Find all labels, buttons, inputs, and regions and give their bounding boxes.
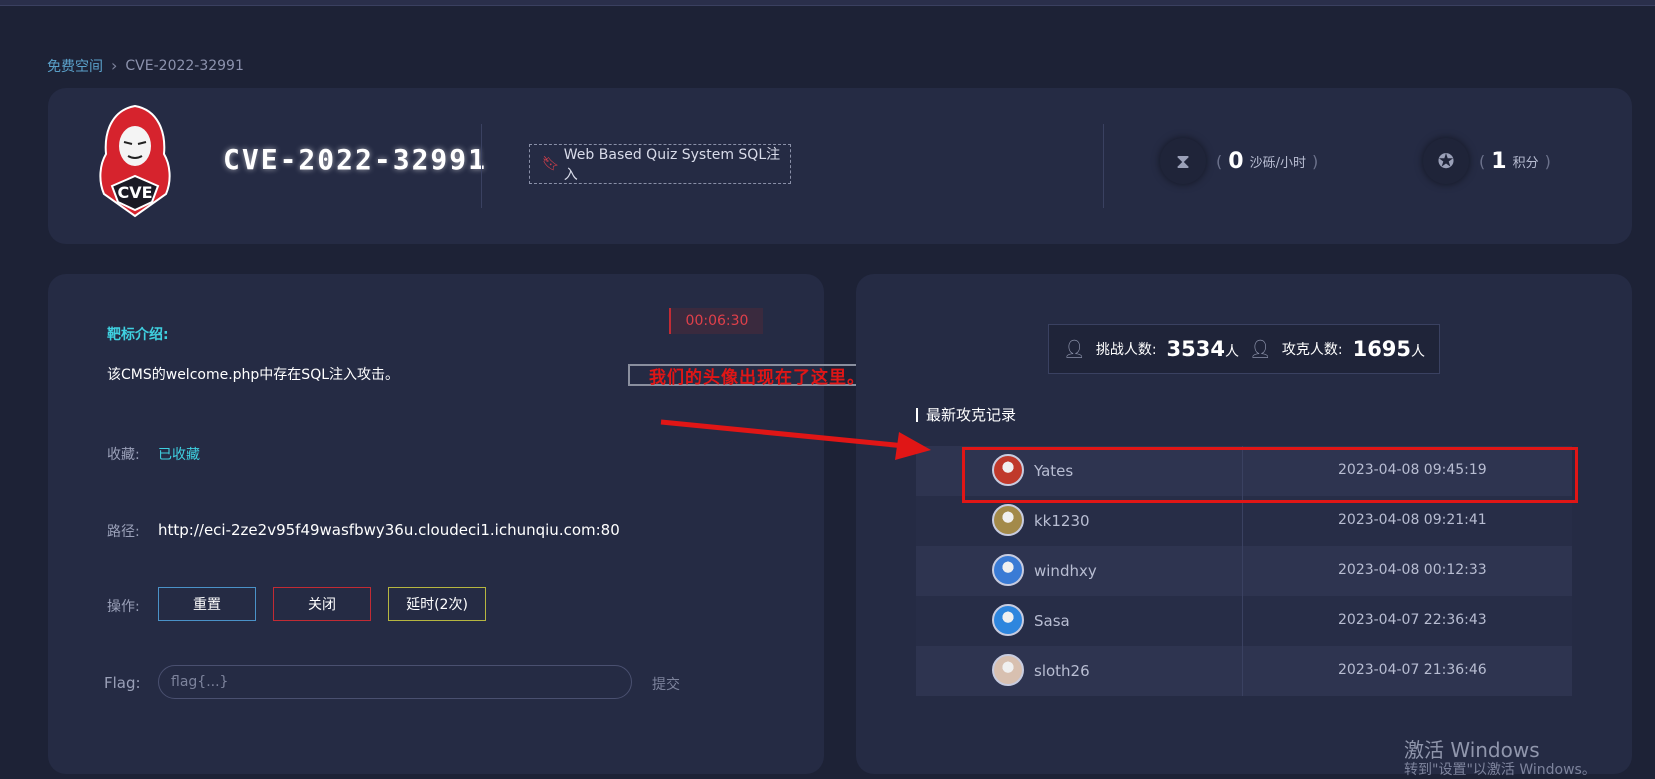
flag-label: Flag: — [104, 674, 141, 692]
target-url-link[interactable]: http://eci-2ze2v95f49wasfbwy36u.cloudeci… — [158, 521, 620, 539]
breadcrumb: 免费空间 › CVE-2022-32991 — [47, 56, 244, 76]
actions-label: 操作: — [107, 599, 140, 615]
avatar — [992, 554, 1024, 586]
category-tag-label: Web Based Quiz System SQL注入 — [563, 147, 781, 183]
divider — [481, 124, 482, 208]
challenge-stats: 👤︎ 挑战人数: 3534人 👤︎ 攻克人数: 1695人 — [1048, 324, 1440, 374]
avatar — [992, 654, 1024, 686]
solve-time: 2023-04-08 00:12:33 — [1338, 562, 1487, 578]
table-row: kk1230 2023-04-08 09:21:41 — [916, 496, 1572, 546]
solver-name: Yates — [1034, 462, 1074, 480]
cve-logo-icon: CVE — [99, 104, 171, 218]
favorite-label: 收藏: — [107, 447, 140, 463]
sand-rate-stat: ⧗ ( 0 沙砾/小时 ) — [1160, 138, 1318, 184]
bookmark-icon: 🔖︎ — [542, 156, 560, 172]
reset-button[interactable]: 重置 — [158, 587, 256, 621]
solver-name: windhxy — [1034, 562, 1097, 580]
annotation-label: 我们的头像出现在了这里。 — [628, 364, 886, 388]
sand-rate-value: 0 — [1228, 148, 1244, 174]
windows-activation-hint: 转到"设置"以激活 Windows。 — [1404, 762, 1596, 778]
avatar — [992, 604, 1024, 636]
table-row: windhxy 2023-04-08 00:12:33 — [916, 546, 1572, 596]
sand-rate-unit: 沙砾/小时 — [1249, 155, 1306, 171]
chevron-right-icon: › — [111, 56, 118, 75]
intro-label: 靶标介绍: — [107, 327, 169, 343]
path-label: 路径: — [107, 524, 140, 540]
breadcrumb-current: CVE-2022-32991 — [125, 58, 244, 74]
top-bar — [0, 0, 1655, 6]
solver-name: Sasa — [1034, 612, 1070, 630]
favorite-toggle[interactable]: 已收藏 — [158, 444, 200, 464]
solve-records-list: Yates 2023-04-08 09:45:19 kk1230 2023-04-08… — [916, 446, 1572, 696]
divider — [1103, 124, 1104, 208]
target-info-card: 00:06:30 靶标介绍: 该CMS的welcome.php中存在SQL注入攻… — [48, 274, 886, 774]
medal-icon: ✪ — [1423, 138, 1469, 184]
stats-card: 👤︎ 挑战人数: 3534人 👤︎ 攻克人数: 1695人 最新攻克记录 Yat… — [856, 274, 1632, 774]
user-icon: 👤︎ — [1249, 338, 1272, 360]
page-title: CVE-2022-32991 — [223, 143, 488, 176]
user-icon: 👤︎ — [1062, 338, 1086, 360]
extend-time-button[interactable]: 延时(2次) — [388, 587, 486, 621]
challengers-value: 3534 — [1166, 337, 1225, 361]
solve-time: 2023-04-07 21:36:46 — [1338, 662, 1487, 678]
flag-input[interactable] — [158, 665, 632, 699]
avatar — [992, 454, 1024, 486]
avatar — [992, 504, 1024, 536]
submit-flag-button[interactable]: 提交 — [652, 674, 680, 694]
challengers-label: 挑战人数: — [1095, 342, 1157, 358]
close-button[interactable]: 关闭 — [273, 587, 371, 621]
header-card: CVE CVE-2022-32991 🔖︎ Web Based Quiz Sys… — [48, 88, 1632, 244]
solvers-value: 1695 — [1352, 337, 1412, 361]
table-row: Sasa 2023-04-07 22:36:43 — [916, 596, 1572, 646]
intro-text: 该CMS的welcome.php中存在SQL注入攻击。 — [107, 367, 400, 383]
solvers-label: 攻克人数: — [1281, 342, 1343, 358]
table-row: Yates 2023-04-08 09:45:19 — [916, 446, 1572, 496]
solver-name: sloth26 — [1034, 662, 1090, 680]
annotation-arrow — [660, 419, 931, 460]
svg-text:CVE: CVE — [117, 183, 152, 202]
score-unit: 积分 — [1512, 155, 1539, 171]
score-stat: ✪ ( 1 积分 ) — [1423, 138, 1551, 184]
category-tag: 🔖︎ Web Based Quiz System SQL注入 — [529, 144, 791, 184]
breadcrumb-root-link[interactable]: 免费空间 — [47, 56, 103, 76]
hourglass-icon: ⧗ — [1160, 138, 1206, 184]
solve-time: 2023-04-08 09:21:41 — [1338, 512, 1487, 528]
table-row: sloth26 2023-04-07 21:36:46 — [916, 646, 1572, 696]
countdown-timer: 00:06:30 — [669, 308, 763, 334]
solve-time: 2023-04-08 09:45:19 — [1338, 462, 1487, 478]
solve-time: 2023-04-07 22:36:43 — [1338, 612, 1487, 628]
solver-name: kk1230 — [1034, 512, 1090, 530]
score-value: 1 — [1491, 148, 1507, 174]
